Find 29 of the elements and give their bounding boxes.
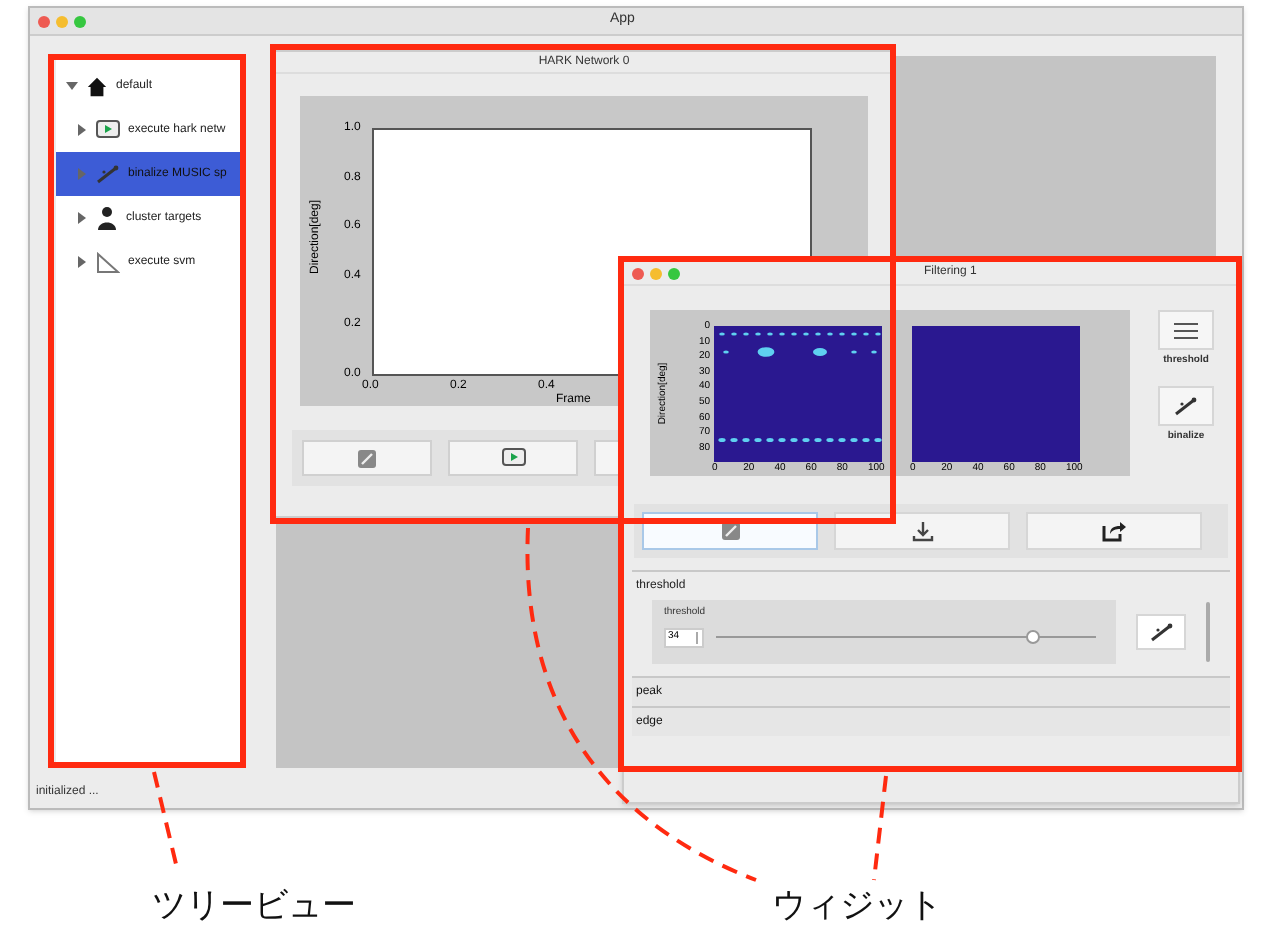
annotation-label: ツリービュー <box>152 884 356 930</box>
menu-lines-icon <box>1174 321 1198 339</box>
home-icon <box>86 75 108 97</box>
collapsed-arrow-icon[interactable] <box>76 124 88 136</box>
wand-icon <box>1149 622 1173 642</box>
toolbar-button[interactable] <box>1026 512 1202 550</box>
person-icon <box>96 206 118 230</box>
scrollbar[interactable] <box>1206 602 1210 662</box>
collapsed-arrow-icon[interactable] <box>76 212 88 224</box>
export-icon <box>1102 520 1126 542</box>
slider-thumb[interactable] <box>1025 630 1040 644</box>
tool-button[interactable] <box>1158 310 1214 350</box>
play-icon <box>96 120 120 140</box>
collapsed-arrow-icon[interactable] <box>76 256 88 268</box>
leader-line <box>152 771 178 865</box>
expanded-arrow-icon[interactable] <box>66 80 78 92</box>
tool-button[interactable] <box>1135 614 1187 650</box>
annotation-label: ウィジット <box>772 884 942 930</box>
toolbar-button[interactable] <box>834 512 1010 550</box>
wand-icon <box>96 164 120 184</box>
leader-line <box>872 775 888 881</box>
toolbar-button[interactable] <box>302 440 432 476</box>
tool-button[interactable] <box>1158 385 1214 425</box>
toolbar-button[interactable] <box>448 440 578 476</box>
edit-icon <box>356 447 378 469</box>
wand-icon <box>1174 395 1198 415</box>
play-icon <box>501 448 525 468</box>
triangle-ruler-icon <box>96 251 120 273</box>
download-icon <box>911 520 933 542</box>
